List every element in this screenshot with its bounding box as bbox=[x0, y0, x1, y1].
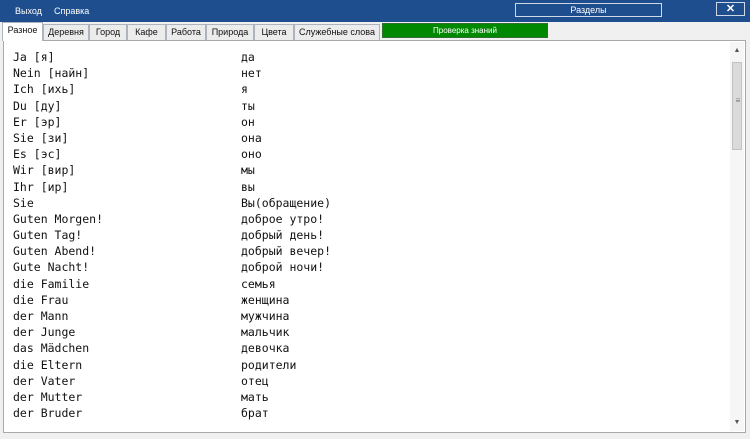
russian-translation: мужчина bbox=[241, 309, 290, 323]
quiz-button[interactable]: Проверка знаний bbox=[382, 23, 548, 38]
sections-button[interactable]: Разделы bbox=[515, 3, 662, 17]
word-list-panel: Ja [я] да Nein [найн] нет Ich [ихь] я Du [ду] т… bbox=[3, 40, 746, 433]
word-row: Sie [зи] она bbox=[4, 130, 730, 146]
german-word: Du [ду] bbox=[13, 98, 62, 113]
status-strip bbox=[0, 433, 750, 439]
german-word: Wir [вир] bbox=[13, 163, 76, 178]
word-row: Ich [ихь] я bbox=[4, 81, 730, 97]
word-row: Ihr [ир] вы bbox=[4, 179, 730, 195]
word-row: der Mann мужчина bbox=[4, 308, 730, 324]
word-row: der Junge мальчик bbox=[4, 324, 730, 340]
german-word: Ich [ихь] bbox=[13, 82, 76, 97]
german-word: Es [эс] bbox=[13, 147, 62, 162]
russian-translation: ты bbox=[241, 98, 255, 113]
russian-translation: она bbox=[241, 130, 262, 145]
word-row: das Mädchen девочка bbox=[4, 340, 730, 356]
word-row: die Familie семья bbox=[4, 276, 730, 292]
menu-exit[interactable]: Выход bbox=[13, 0, 44, 22]
word-row: die Eltern родители bbox=[4, 357, 730, 373]
tab-raznoe[interactable]: Разное bbox=[2, 22, 43, 41]
word-row: Es [эс] оно bbox=[4, 146, 730, 162]
german-word: Nein [найн] bbox=[13, 66, 90, 81]
russian-translation: доброе утро! bbox=[241, 211, 325, 226]
german-word: Sie [зи] bbox=[13, 130, 69, 145]
russian-translation: брат bbox=[241, 406, 269, 421]
russian-translation: добрый день! bbox=[241, 228, 325, 243]
german-word: der Vater bbox=[13, 373, 76, 388]
tab-priroda[interactable]: Природа bbox=[206, 24, 254, 40]
word-row: die Frau женщина bbox=[4, 292, 730, 308]
word-row: Guten Tag! добрый день! bbox=[4, 227, 730, 243]
german-word: das Mädchen bbox=[13, 341, 90, 356]
german-word: Er [эр] bbox=[13, 114, 62, 129]
close-button[interactable]: ✕ bbox=[716, 2, 745, 16]
tab-derevnya[interactable]: Деревня bbox=[43, 24, 89, 40]
russian-translation: семья bbox=[241, 276, 276, 291]
russian-translation: он bbox=[241, 114, 255, 129]
word-row: Er [эр] он bbox=[4, 114, 730, 130]
word-row: Du [ду] ты bbox=[4, 98, 730, 114]
scroll-down-icon[interactable]: ▼ bbox=[730, 416, 744, 430]
german-word: die Eltern bbox=[13, 357, 83, 372]
russian-translation: я bbox=[241, 82, 248, 97]
word-list: Ja [я] да Nein [найн] нет Ich [ихь] я Du [ду] т… bbox=[4, 49, 730, 421]
russian-translation: доброй ночи! bbox=[241, 260, 325, 275]
russian-translation: женщина bbox=[241, 292, 290, 307]
word-row: der Mutter мать bbox=[4, 389, 730, 405]
word-row: Guten Morgen! доброе утро! bbox=[4, 211, 730, 227]
russian-translation: Вы(обращение) bbox=[241, 195, 332, 210]
russian-translation: девочка bbox=[241, 341, 290, 356]
word-row: Wir [вир] мы bbox=[4, 162, 730, 178]
russian-translation: мать bbox=[241, 389, 269, 404]
tab-bar: Разное Деревня Город Кафе Работа Природа… bbox=[0, 22, 750, 41]
tab-sluzhebnye-slova[interactable]: Служебные слова bbox=[294, 24, 380, 40]
vertical-scrollbar[interactable]: ▲ ≡ ▼ bbox=[730, 42, 744, 431]
russian-translation: родители bbox=[241, 357, 297, 372]
word-row: Nein [найн] нет bbox=[4, 65, 730, 81]
word-row: Sie Вы(обращение) bbox=[4, 195, 730, 211]
german-word: der Mutter bbox=[13, 389, 83, 404]
word-row: Gute Nacht! доброй ночи! bbox=[4, 259, 730, 275]
scroll-up-icon[interactable]: ▲ bbox=[730, 44, 744, 58]
russian-translation: мальчик bbox=[241, 325, 290, 340]
word-row: der Vater отец bbox=[4, 373, 730, 389]
russian-translation: нет bbox=[241, 66, 262, 81]
tab-tsveta[interactable]: Цвета bbox=[254, 24, 294, 40]
german-word: der Junge bbox=[13, 325, 76, 340]
german-word: Guten Morgen! bbox=[13, 211, 104, 226]
grip-icon: ≡ bbox=[735, 96, 741, 105]
german-word: der Bruder bbox=[13, 406, 83, 421]
russian-translation: мы bbox=[241, 163, 255, 178]
tab-rabota[interactable]: Работа bbox=[166, 24, 206, 40]
german-word: die Frau bbox=[13, 292, 69, 307]
russian-translation: да bbox=[241, 50, 255, 64]
german-word: Sie bbox=[13, 195, 34, 210]
word-row: der Bruder брат bbox=[4, 405, 730, 421]
german-word: Gute Nacht! bbox=[13, 260, 90, 275]
title-bar: Выход Справка Разделы ✕ bbox=[0, 0, 750, 22]
russian-translation: оно bbox=[241, 147, 262, 162]
russian-translation: отец bbox=[241, 373, 269, 388]
scroll-thumb[interactable]: ≡ bbox=[732, 62, 742, 150]
word-row: Ja [я] да bbox=[4, 49, 730, 65]
tab-gorod[interactable]: Город bbox=[89, 24, 127, 40]
russian-translation: вы bbox=[241, 179, 255, 194]
word-row: Guten Abend! добрый вечер! bbox=[4, 243, 730, 259]
russian-translation: добрый вечер! bbox=[241, 244, 332, 259]
german-word: Ja [я] bbox=[13, 50, 55, 64]
tab-kafe[interactable]: Кафе bbox=[127, 24, 166, 40]
german-word: Guten Tag! bbox=[13, 228, 83, 243]
german-word: Guten Abend! bbox=[13, 244, 97, 259]
german-word: der Mann bbox=[13, 309, 69, 323]
german-word: Ihr [ир] bbox=[13, 179, 69, 194]
german-word: die Familie bbox=[13, 276, 90, 291]
menu-help[interactable]: Справка bbox=[52, 0, 91, 22]
